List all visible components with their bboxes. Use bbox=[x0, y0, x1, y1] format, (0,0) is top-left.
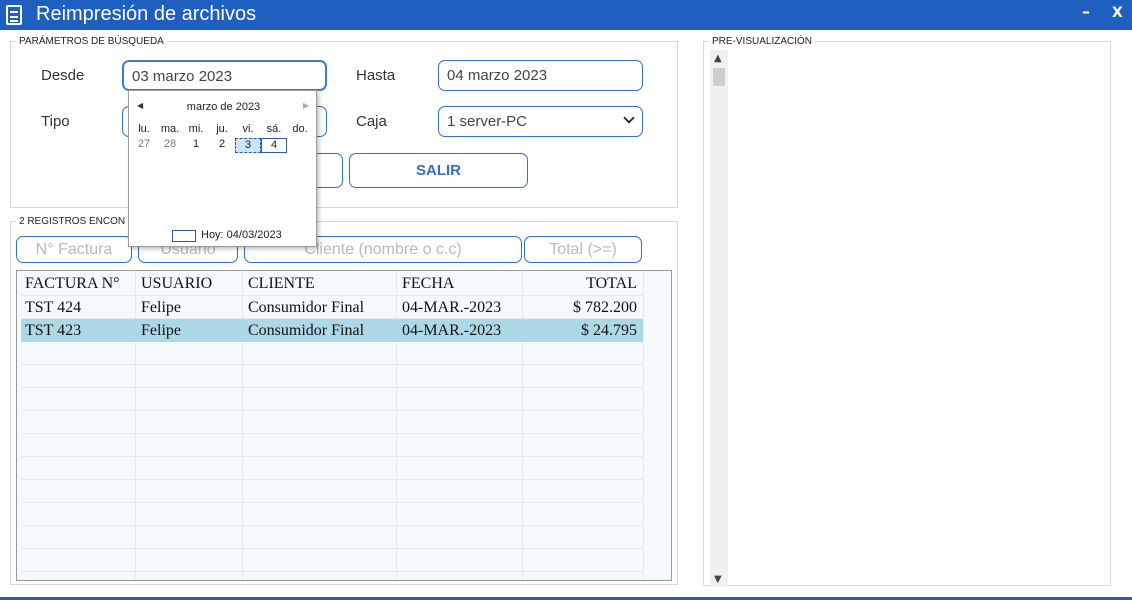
scroll-down-icon[interactable]: ▼ bbox=[714, 574, 722, 585]
salir-button[interactable]: SALIR bbox=[349, 153, 528, 188]
desde-date-field[interactable]: 03 marzo 2023 bbox=[122, 60, 327, 91]
results-grid[interactable]: FACTURA N° USUARIO CLIENTE FECHA TOTAL T… bbox=[16, 270, 672, 581]
next-month-icon[interactable]: ▶ bbox=[303, 101, 309, 110]
table-row[interactable]: TST 424 Felipe Consumidor Final 04-MAR.-… bbox=[21, 296, 643, 319]
caja-select[interactable]: 1 server-PC bbox=[438, 106, 643, 137]
scroll-up-icon[interactable]: ▲ bbox=[714, 53, 722, 64]
factura-cell: TST 423 bbox=[25, 322, 82, 339]
preview-legend: PRE-VISUALIZACIÓN bbox=[709, 36, 816, 47]
table-row[interactable]: TST 423 Felipe Consumidor Final 04-MAR.-… bbox=[21, 319, 643, 342]
search-params-legend: PARÁMETROS DE BÚSQUEDA bbox=[16, 36, 167, 47]
column-header[interactable]: FACTURA N° bbox=[21, 272, 135, 295]
day-name: mi. bbox=[188, 123, 204, 135]
factura-filter-input[interactable]: N° Factura bbox=[16, 236, 132, 263]
column-header[interactable]: CLIENTE bbox=[244, 272, 398, 295]
document-icon bbox=[6, 5, 22, 25]
day-name: ma. bbox=[160, 123, 180, 135]
column-header[interactable]: TOTAL bbox=[524, 272, 643, 295]
tipo-label: Tipo bbox=[41, 113, 70, 130]
minimize-button[interactable]: – bbox=[1082, 2, 1090, 21]
calendar-day-selected[interactable]: 3 bbox=[235, 138, 261, 153]
hasta-label: Hasta bbox=[356, 67, 396, 84]
hasta-date-field[interactable]: 04 marzo 2023 bbox=[438, 60, 643, 91]
column-header[interactable]: USUARIO bbox=[137, 272, 244, 295]
day-name: ju. bbox=[216, 123, 228, 135]
today-link[interactable]: Hoy: 04/03/2023 bbox=[201, 229, 282, 241]
cliente-cell: Consumidor Final bbox=[248, 299, 365, 316]
usuario-cell: Felipe bbox=[141, 299, 181, 316]
day-name: do. bbox=[292, 123, 308, 135]
usuario-cell: Felipe bbox=[141, 322, 181, 339]
chevron-down-icon bbox=[623, 112, 635, 124]
grid-header-row: FACTURA N° USUARIO CLIENTE FECHA TOTAL bbox=[21, 272, 643, 295]
desde-label: Desde bbox=[41, 67, 85, 84]
column-header[interactable]: FECHA bbox=[398, 272, 524, 295]
title-bar: Reimpresión de archivos – X bbox=[0, 0, 1132, 30]
preview-scrollbar[interactable]: ▲ ▼ bbox=[710, 50, 728, 587]
calendar-day[interactable]: 27 bbox=[131, 138, 157, 153]
desde-date-value: 03 marzo 2023 bbox=[132, 68, 233, 85]
today-marker-icon bbox=[172, 230, 196, 242]
preview-group bbox=[703, 41, 1111, 586]
day-name: sá. bbox=[266, 123, 282, 135]
results-count-legend: 2 REGISTROS ENCON bbox=[16, 216, 129, 227]
date-picker-popup[interactable]: ◀ marzo de 2023 ▶ lu. ma. mi. ju. vi. sá… bbox=[128, 90, 317, 247]
day-name: vi. bbox=[242, 123, 254, 135]
close-button[interactable]: X bbox=[1112, 5, 1123, 21]
cliente-cell: Consumidor Final bbox=[248, 322, 365, 339]
fecha-cell: 04-MAR.-2023 bbox=[402, 299, 502, 316]
window-title: Reimpresión de archivos bbox=[36, 3, 257, 25]
total-cell: $ 24.795 bbox=[581, 322, 637, 339]
calendar-day[interactable]: 28 bbox=[157, 138, 183, 153]
caja-label: Caja bbox=[356, 113, 387, 130]
calendar-day-today[interactable]: 4 bbox=[261, 138, 287, 153]
total-filter-input[interactable]: Total (>=) bbox=[524, 236, 642, 263]
caja-select-value: 1 server-PC bbox=[447, 113, 528, 130]
factura-cell: TST 424 bbox=[25, 299, 82, 316]
scrollbar-thumb[interactable] bbox=[713, 68, 725, 86]
calendar-day[interactable]: 1 bbox=[183, 138, 209, 153]
calendar-day[interactable]: 2 bbox=[209, 138, 235, 153]
total-cell: $ 782.200 bbox=[573, 299, 637, 316]
calendar-month-title[interactable]: marzo de 2023 bbox=[129, 101, 318, 113]
fecha-cell: 04-MAR.-2023 bbox=[402, 322, 502, 339]
day-name: lu. bbox=[138, 123, 150, 135]
hasta-date-value: 04 marzo 2023 bbox=[447, 67, 548, 84]
